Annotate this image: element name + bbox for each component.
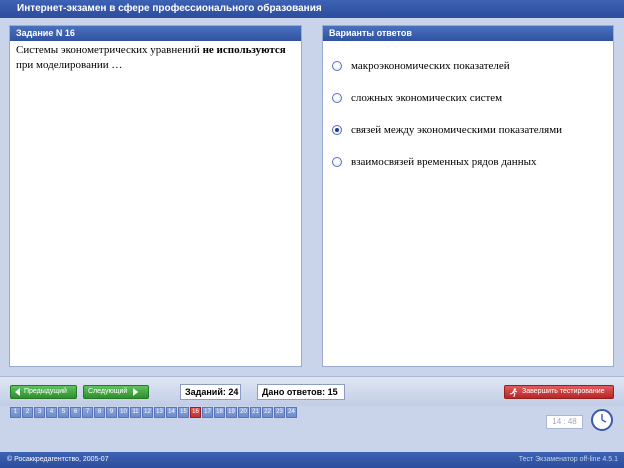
question-number-3[interactable]: 3 bbox=[34, 407, 45, 418]
next-button[interactable]: Следующий bbox=[83, 385, 149, 399]
finish-test-button[interactable]: Завершить тестирование bbox=[504, 385, 614, 399]
answer-label-2[interactable]: сложных экономических систем bbox=[351, 92, 502, 104]
answers-panel-header: Варианты ответов bbox=[323, 26, 613, 41]
question-text-part1: Системы эконометрических уравнений bbox=[16, 44, 203, 56]
finish-test-label: Завершить тестирование bbox=[522, 388, 605, 395]
question-text-bold: не используются bbox=[202, 44, 286, 56]
answer-option-3[interactable]: связей между экономическими показателями bbox=[323, 121, 613, 139]
question-number-5[interactable]: 5 bbox=[58, 407, 69, 418]
question-number-18[interactable]: 18 bbox=[214, 407, 225, 418]
answer-option-4[interactable]: взаимосвязей временных рядов данных bbox=[323, 153, 613, 171]
question-number-10[interactable]: 10 bbox=[118, 407, 129, 418]
answer-option-1[interactable]: макроэкономических показателей bbox=[323, 57, 613, 75]
next-button-label: Следующий bbox=[88, 388, 128, 395]
answer-radio-1[interactable] bbox=[332, 61, 342, 71]
window-title: Интернет-экзамен в сфере профессионально… bbox=[0, 0, 624, 18]
clock-icon bbox=[591, 409, 613, 431]
question-number-2[interactable]: 2 bbox=[22, 407, 33, 418]
answers-given-count: Дано ответов: 15 bbox=[257, 384, 345, 400]
question-number-9[interactable]: 9 bbox=[106, 407, 117, 418]
version-text: Тест Экзаменатор off-line 4.5.1 bbox=[518, 456, 618, 463]
question-panel-header: Задание N 16 bbox=[10, 26, 301, 41]
answer-label-1[interactable]: макроэкономических показателей bbox=[351, 60, 510, 72]
question-number-19[interactable]: 19 bbox=[226, 407, 237, 418]
timer-display: 14 : 48 bbox=[546, 415, 583, 429]
previous-button-label: Предыдущий bbox=[24, 388, 67, 395]
tasks-count: Заданий: 24 bbox=[180, 384, 241, 400]
question-number-7[interactable]: 7 bbox=[82, 407, 93, 418]
question-number-13[interactable]: 13 bbox=[154, 407, 165, 418]
answer-label-3[interactable]: связей между экономическими показателями bbox=[351, 124, 562, 136]
answer-radio-2[interactable] bbox=[332, 93, 342, 103]
question-text-part2: при моделировании … bbox=[16, 59, 123, 71]
runner-icon bbox=[509, 387, 518, 397]
answer-radio-4[interactable] bbox=[332, 157, 342, 167]
question-panel: Задание N 16 Системы эконометрических ур… bbox=[9, 25, 302, 367]
question-number-20[interactable]: 20 bbox=[238, 407, 249, 418]
question-number-24[interactable]: 24 bbox=[286, 407, 297, 418]
question-number-12[interactable]: 12 bbox=[142, 407, 153, 418]
question-number-23[interactable]: 23 bbox=[274, 407, 285, 418]
question-number-8[interactable]: 8 bbox=[94, 407, 105, 418]
question-number-4[interactable]: 4 bbox=[46, 407, 57, 418]
question-number-15[interactable]: 15 bbox=[178, 407, 189, 418]
question-text: Системы эконометрических уравнений не ис… bbox=[10, 41, 301, 73]
status-bar: © Росаккредагентство, 2005-07 Тест Экзам… bbox=[0, 452, 624, 468]
question-number-11[interactable]: 11 bbox=[130, 407, 141, 418]
question-number-21[interactable]: 21 bbox=[250, 407, 261, 418]
previous-button[interactable]: Предыдущий bbox=[10, 385, 77, 399]
answer-label-4[interactable]: взаимосвязей временных рядов данных bbox=[351, 156, 536, 168]
triangle-right-icon bbox=[133, 388, 139, 396]
answer-option-2[interactable]: сложных экономических систем bbox=[323, 89, 613, 107]
question-number-22[interactable]: 22 bbox=[262, 407, 273, 418]
answer-radio-3[interactable] bbox=[332, 125, 342, 135]
copyright-text: © Росаккредагентство, 2005-07 bbox=[7, 456, 109, 463]
question-number-16[interactable]: 16 bbox=[190, 407, 201, 418]
question-number-1[interactable]: 1 bbox=[10, 407, 21, 418]
triangle-left-icon bbox=[15, 388, 20, 396]
answers-panel: Варианты ответов макроэкономических пока… bbox=[322, 25, 614, 367]
question-number-17[interactable]: 17 bbox=[202, 407, 213, 418]
question-number-list: 1 2 3 4 5 6 7 8 9 10 11 12 13 14 15 16 1… bbox=[10, 407, 297, 419]
question-number-14[interactable]: 14 bbox=[166, 407, 177, 418]
question-number-6[interactable]: 6 bbox=[70, 407, 81, 418]
